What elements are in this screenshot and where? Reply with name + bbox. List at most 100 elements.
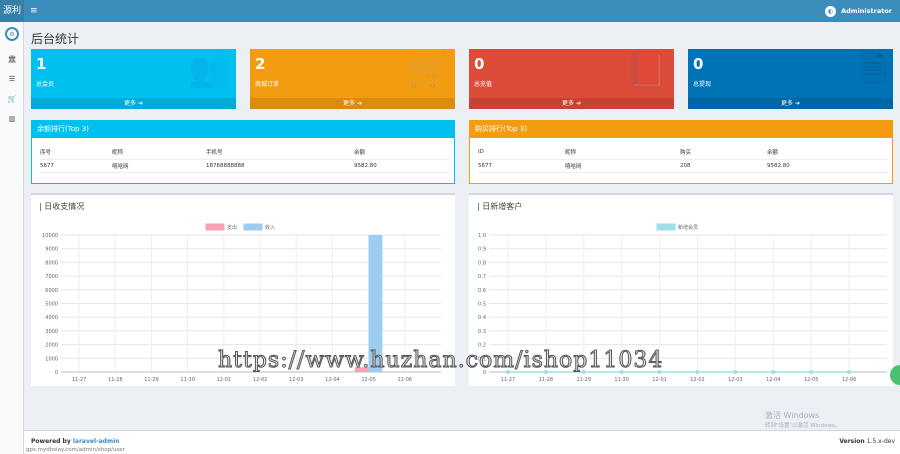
table-header-row: ID 昵称 购买 余额 [478,146,888,160]
table-cell: 嘻哈网 [112,159,206,173]
stat-card-withdraw: 0 总提现 🗎 更多 ➔ [688,49,893,109]
column-header: 序号 [40,146,112,160]
data-point [733,370,738,374]
stat-card-orders: 2 商城订单 🛒 更多 ➔ [250,49,455,109]
version-label: Version [839,438,865,445]
legend-swatch [243,223,263,231]
powered-by: Powered by laravel-admin [31,438,119,445]
column-header: 昵称 [565,146,680,160]
x-tick-label: 12-06 [842,377,857,383]
chart-icon[interactable]: ▥ [7,114,17,124]
windows-activation-hint: 转到"设置"以激活 Windows。 [765,423,841,429]
stat-label: 总会员 [36,81,55,88]
stat-value: 1 [36,55,47,73]
column-header: 余额 [767,146,888,160]
x-tick-label: 12-03 [289,377,304,383]
y-tick-label: 10000 [42,233,58,239]
purchase-rank-table: ID 昵称 购买 余额 5677 嘻哈网 208 9582.80 [478,146,888,173]
column-header: ID [478,146,565,160]
watermark-text: https://www.huzhan.com/ishop11034 [217,348,664,374]
app-logo[interactable]: 源利 [0,0,24,22]
x-tick-label: 11-29 [576,377,591,383]
data-point [771,370,776,374]
table-cell: 9582.80 [354,159,450,173]
legend-swatch [656,223,676,231]
powered-prefix: Powered by [31,438,71,445]
book-icon: 📕 [625,50,668,90]
laravel-admin-link[interactable]: laravel-admin [73,438,120,445]
y-tick-label: 0.3 [478,329,486,335]
table-cell: 9582.80 [767,159,888,173]
y-tick-label: 3000 [45,329,58,335]
sidebar-logo-icon: ⚙ [5,27,19,41]
stat-label: 商城订单 [255,81,280,88]
legend-label: 支出 [227,224,237,231]
cart-icon[interactable]: 🛒 [7,94,17,104]
x-tick-label: 12-05 [361,377,376,383]
x-tick-label: 12-04 [325,377,340,383]
sidebar: ⚙ 🏛 ☰ 🛒 ▥ [0,22,24,454]
table-cell: 5677 [478,159,565,173]
x-tick-label: 11-29 [144,377,159,383]
x-tick-label: 12-01 [217,377,232,383]
stat-card-recharge: 0 总充值 📕 更多 ➔ [469,49,674,109]
users-icon: 👥 [187,50,230,90]
sidebar-toggle-button[interactable]: ≡ [30,0,38,22]
x-tick-label: 12-06 [398,377,413,383]
y-tick-label: 0.4 [478,315,486,321]
x-tick-label: 11-30 [180,377,195,383]
file-icon: 🗎 [859,50,887,90]
panel-title: 余额排行(Top 3) [32,121,454,138]
page-title: 后台统计 [31,32,80,46]
y-tick-label: 0.6 [478,288,486,294]
y-tick-label: 8000 [45,260,58,266]
y-tick-label: 0 [55,370,58,376]
stat-card-members: 1 总会员 👥 更多 ➔ [31,49,236,109]
user-name: Administrator [841,7,892,15]
more-link[interactable]: 更多 ➔ [688,98,893,109]
stat-value: 0 [693,55,704,73]
stat-value: 2 [255,55,266,73]
sliders-icon[interactable]: ☰ [7,74,17,84]
y-tick-label: 1000 [45,356,58,362]
y-tick-label: 7000 [45,274,58,280]
y-tick-label: 0.8 [478,260,486,266]
column-header: 手机号 [206,146,354,160]
y-tick-label: 9000 [45,247,58,253]
table-cell: 嘻哈网 [565,159,680,173]
y-tick-label: 2000 [45,343,58,349]
more-link[interactable]: 更多 ➔ [31,98,236,109]
version-number: 1.5.x-dev [866,438,895,445]
table-cell: 208 [680,159,767,173]
table-cell: 18768888888 [206,159,354,173]
legend-swatch [205,223,225,231]
y-tick-label: 0.7 [478,274,486,280]
x-tick-label: 11-27 [72,377,87,383]
data-point [695,370,700,374]
x-tick-label: 12-03 [728,377,743,383]
y-tick-label: 1.0 [478,233,486,239]
x-tick-label: 12-05 [804,377,819,383]
data-point [847,370,852,374]
x-tick-label: 12-04 [766,377,781,383]
x-tick-label: 11-28 [539,377,554,383]
table-cell: 5677 [40,159,112,173]
more-link[interactable]: 更多 ➔ [469,98,674,109]
top-navbar: 源利 ≡ ◐ Administrator [0,0,900,22]
footer: Powered by laravel-admin gps.mydhsiay.co… [24,430,900,454]
table-header-row: 序号 昵称 手机号 余额 [40,146,450,160]
bank-icon[interactable]: 🏛 [7,54,17,64]
avatar: ◐ [825,5,837,17]
user-menu[interactable]: ◐ Administrator [825,0,892,22]
balance-rank-table: 序号 昵称 手机号 余额 5677 嘻哈网 18768888888 9582.8… [40,146,450,173]
column-header: 余额 [354,146,450,160]
more-link[interactable]: 更多 ➔ [250,98,455,109]
panel-title: 购买排行(Top 3) [470,121,892,138]
x-tick-label: 12-02 [690,377,705,383]
stat-label: 总充值 [474,81,493,88]
x-tick-label: 11-28 [108,377,123,383]
data-point [809,370,814,374]
y-tick-label: 5000 [45,302,58,308]
balance-rank-panel: 余额排行(Top 3) 序号 昵称 手机号 余额 5677 嘻哈网 187688… [31,120,455,184]
windows-activation-title: 激活 Windows [765,411,820,420]
